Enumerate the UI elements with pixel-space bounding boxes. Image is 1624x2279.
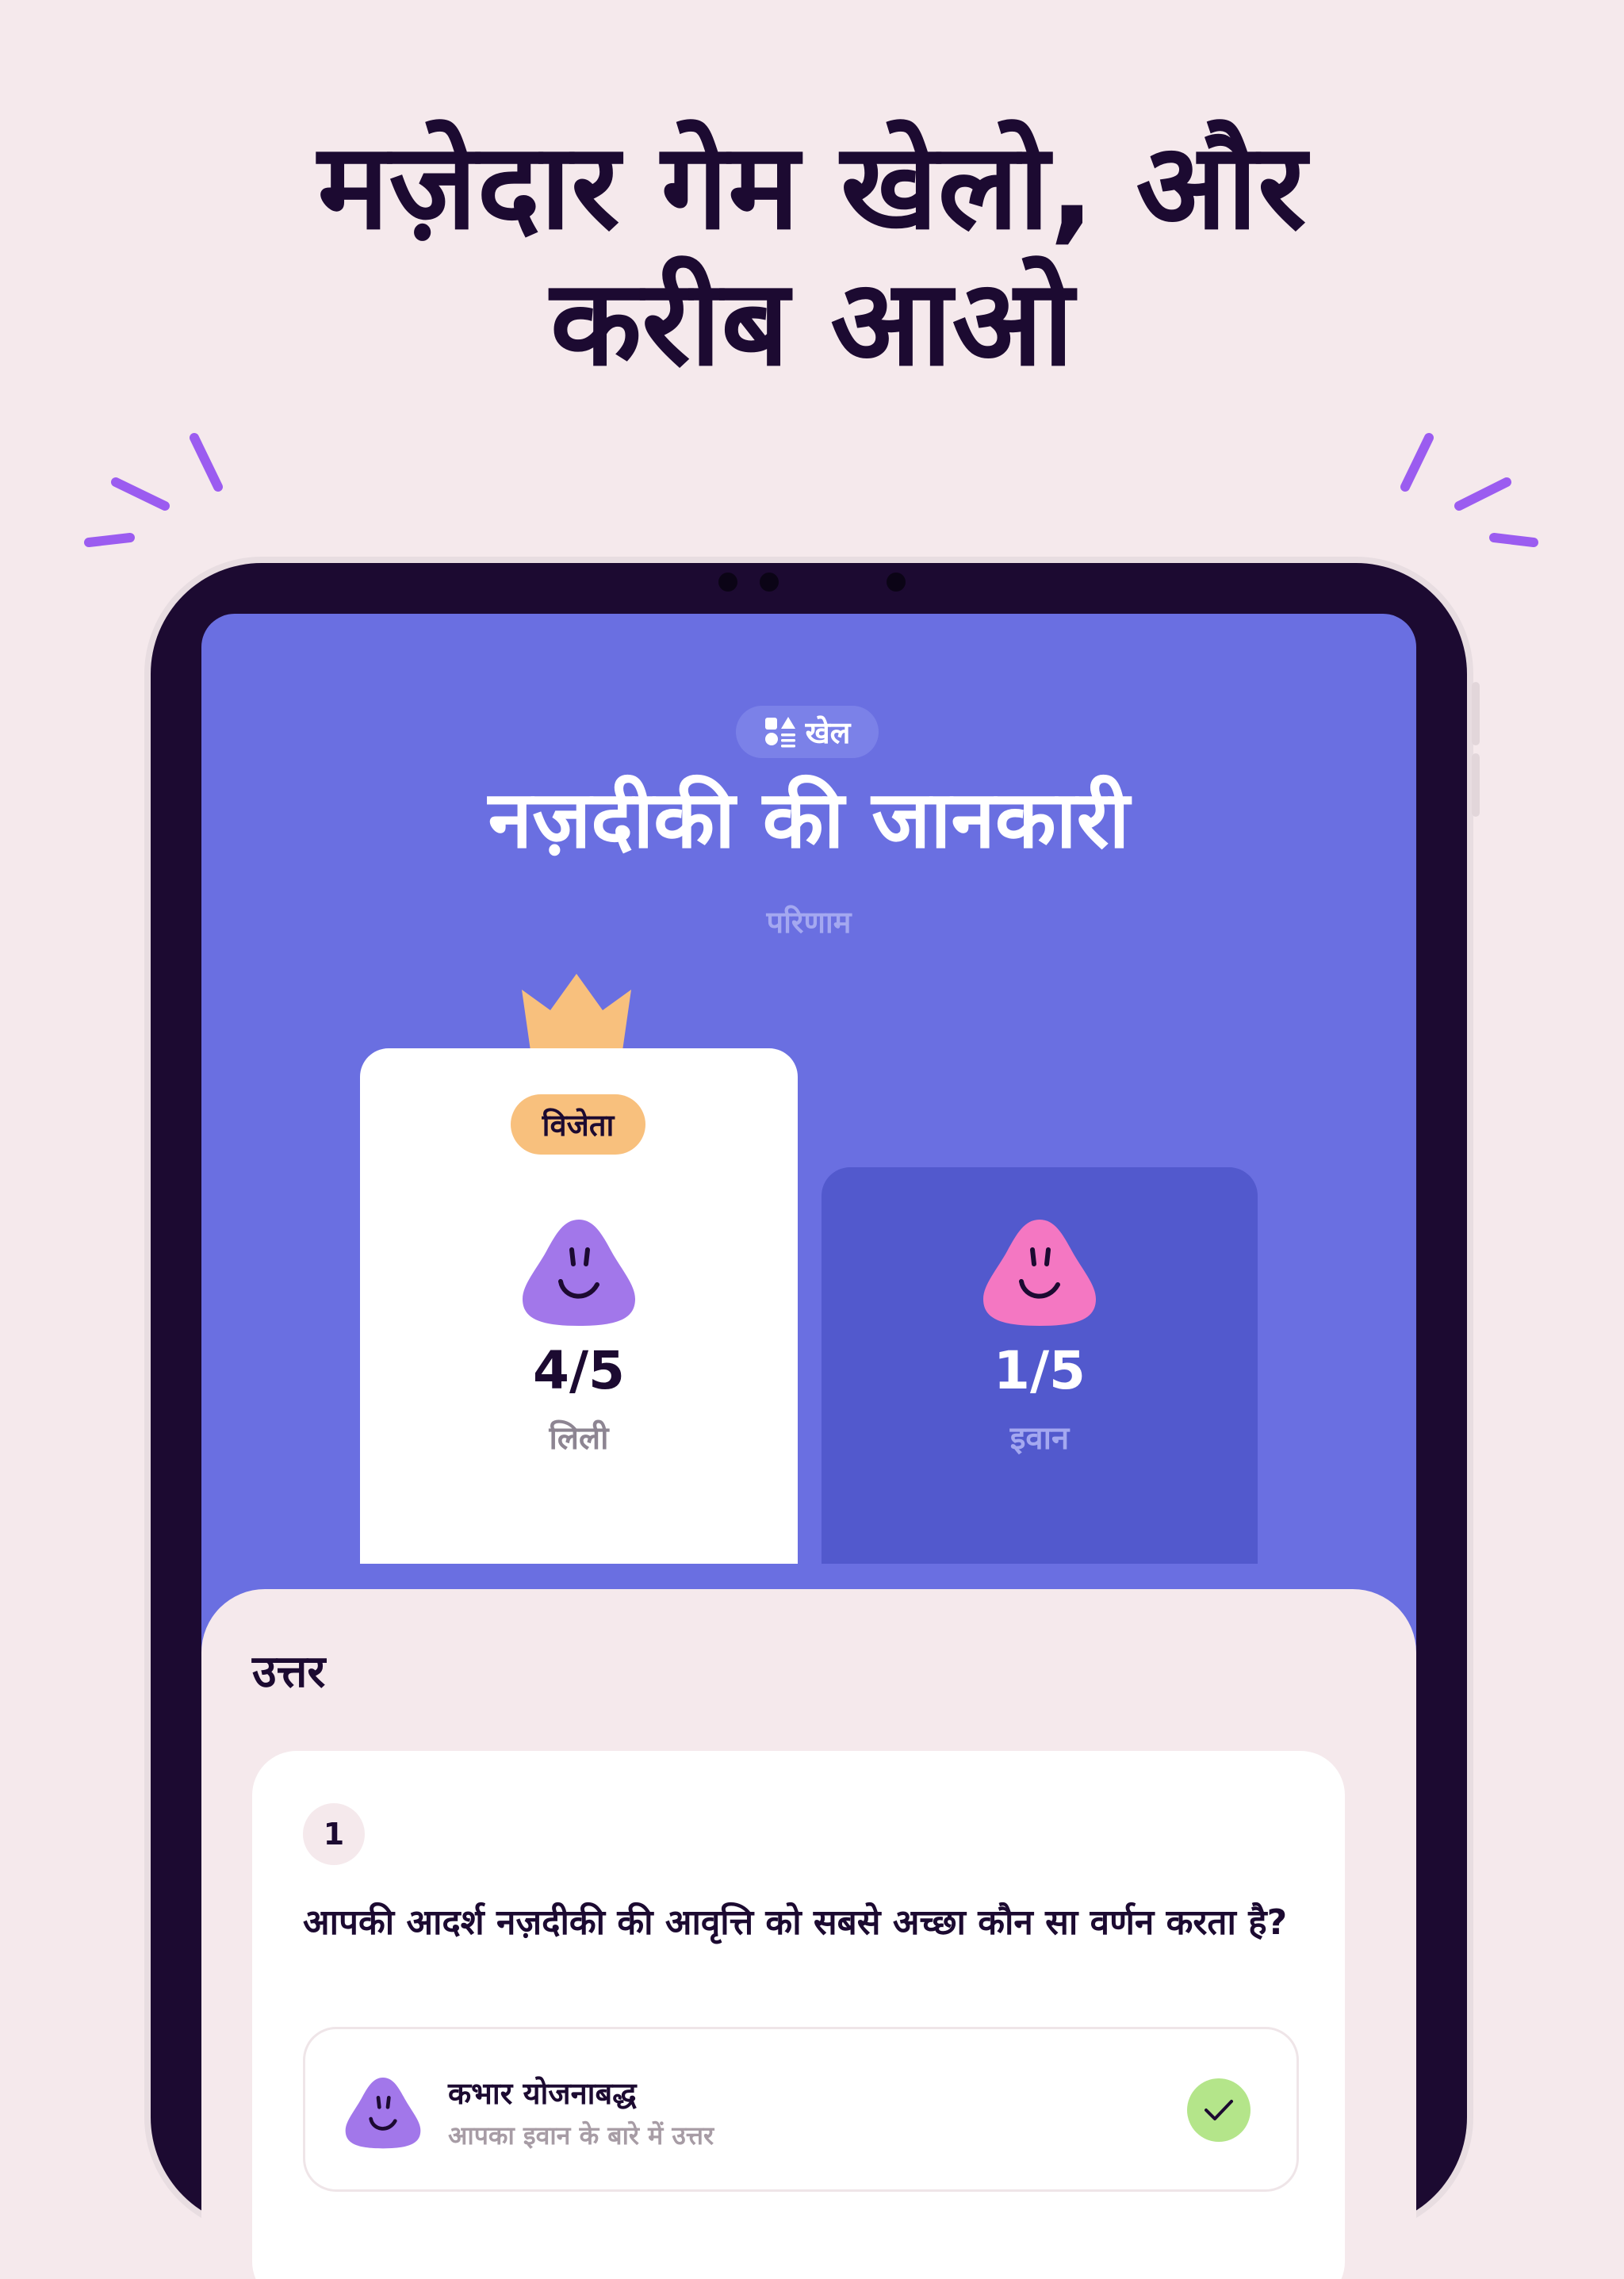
tablet-device-frame: खेल नज़दीकी की जानकारी परिणाम विजेता 4/5… xyxy=(151,563,1480,2279)
results-subtitle: परिणाम xyxy=(766,905,852,940)
camera-dot xyxy=(887,573,906,592)
player-avatar-icon xyxy=(983,1220,1096,1326)
question-number: 1 xyxy=(303,1803,365,1865)
runner-up-name: इवान xyxy=(1009,1420,1070,1457)
winner-badge: विजेता xyxy=(511,1094,645,1155)
answers-heading: उत्तर xyxy=(252,1646,326,1698)
question-card: 1 आपकी आदर्श नज़दीकी की आवृत्ति को सबसे … xyxy=(252,1751,1345,2279)
side-button xyxy=(1472,753,1480,817)
answer-option[interactable]: कभार योजनाबद्ध आपका इवान के बारे में उत्… xyxy=(303,2027,1299,2192)
category-pill: खेल xyxy=(736,706,879,758)
winner-card: विजेता 4/5 लिली xyxy=(360,1048,798,1564)
crown-icon xyxy=(522,974,631,1056)
runner-up-score: 1/5 xyxy=(994,1340,1086,1401)
question-text: आपकी आदर्श नज़दीकी की आवृत्ति को सबसे अच… xyxy=(303,1902,1288,1943)
player-avatar-icon xyxy=(523,1220,635,1326)
correct-check-icon xyxy=(1187,2078,1251,2142)
category-pill-label: खेल xyxy=(805,715,851,750)
winner-score: 4/5 xyxy=(533,1340,625,1401)
answer-label: कभार योजनाबद्ध xyxy=(448,2076,637,2111)
runner-up-card: 1/5 इवान xyxy=(822,1167,1258,1564)
camera-dot xyxy=(760,573,779,592)
game-title: नज़दीकी की जानकारी xyxy=(488,773,1130,866)
games-grid-icon xyxy=(764,717,795,748)
camera-dot xyxy=(718,573,737,592)
player-avatar-icon xyxy=(345,2078,421,2149)
side-button xyxy=(1472,682,1480,745)
winner-name: लिली xyxy=(549,1420,609,1457)
answer-sublabel: आपका इवान के बारे में उत्तर xyxy=(448,2120,714,2151)
answers-sheet: उत्तर 1 आपकी आदर्श नज़दीकी की आवृत्ति को… xyxy=(201,1589,1416,2279)
sparkle-decoration xyxy=(84,433,1538,547)
app-screen: खेल नज़दीकी की जानकारी परिणाम विजेता 4/5… xyxy=(201,614,1416,2279)
